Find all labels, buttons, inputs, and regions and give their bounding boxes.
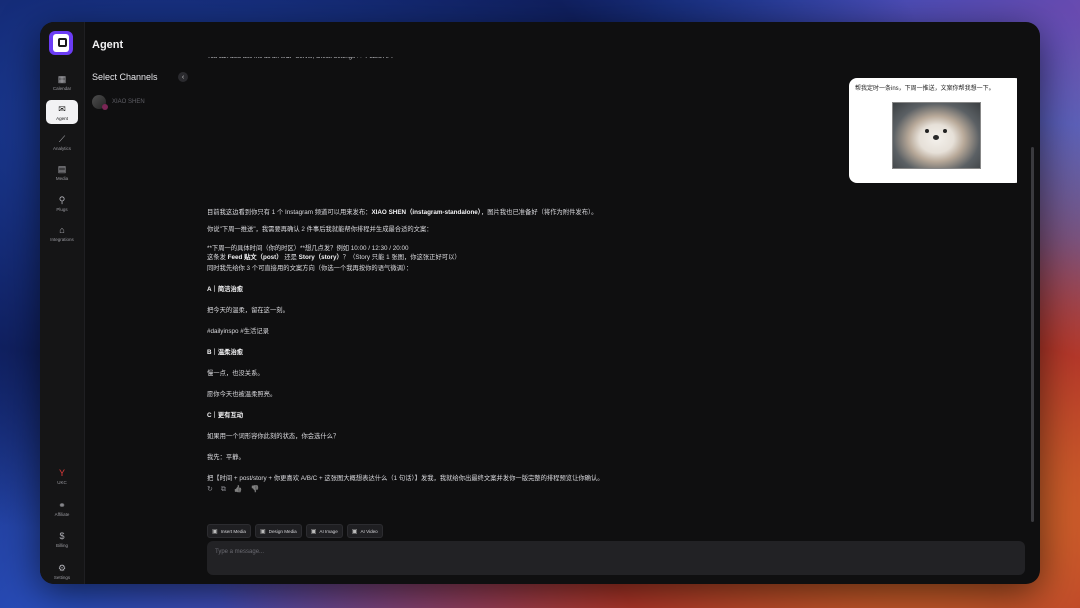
nav-label: Calendar	[52, 85, 72, 91]
nav-item-settings[interactable]: ⚙ Settings	[46, 559, 78, 583]
reply-text: 还是	[282, 254, 299, 261]
nav-label: Integrations	[50, 236, 74, 242]
page-title: Agent	[92, 39, 124, 51]
insert-media-label: Insert Media	[220, 528, 246, 534]
nav-label: Billing	[55, 542, 68, 548]
reply-line: 慢一点，也没关系。	[207, 370, 264, 377]
chat-area: You can also use me as an MCP Server, ch…	[207, 52, 1017, 522]
channel-name: XIAO SHEN	[112, 99, 145, 105]
reply-line: 这条发 Feed 贴文（post） 还是 Story（story）？（Story…	[207, 254, 461, 262]
composer-toolbar: ▣ Insert Media ▣ Design Media ▣ AI Image…	[207, 524, 383, 538]
nav-label: UKC	[57, 479, 67, 485]
ai-image-icon: ▣	[310, 528, 317, 535]
calendar-icon: ▦	[57, 73, 67, 84]
user-message-bubble: 帮我定时一条ins，下周一推送，文案你帮我想一下。	[849, 78, 1017, 183]
nav-item-agent[interactable]: ✉ Agent	[46, 100, 78, 124]
plug-icon: ⚲	[58, 194, 66, 205]
video-icon: ▣	[351, 528, 358, 535]
media-icon: ▤	[57, 163, 67, 174]
reply-text: 这条发	[207, 254, 228, 261]
nav-label: Agent	[56, 115, 68, 121]
reply-line: 你说"下周一推送"，我需要再确认 2 件事后我就能帮你排程并生成最合适的文案：	[207, 226, 433, 233]
insert-media-button[interactable]: ▣ Insert Media	[207, 524, 251, 538]
ai-image-label: AI Image	[319, 528, 338, 534]
nav-label: Affiliate	[54, 511, 70, 517]
reply-line: 如果用一个词形容你此刻的状态，你会选什么？	[207, 433, 340, 440]
reply-line: 我先：平静。	[207, 454, 245, 461]
refresh-icon[interactable]: ↻	[207, 486, 213, 494]
gear-icon: ⚙	[57, 562, 67, 573]
nav-item-billing[interactable]: $ Billing	[46, 527, 78, 551]
thumbs-up-icon[interactable]: 👍	[234, 486, 243, 494]
option-a-title: A｜简洁治愈	[207, 286, 243, 294]
design-icon: ▣	[259, 528, 266, 535]
image-icon: ▣	[212, 528, 218, 535]
nav-item-ukc[interactable]: Y UKC	[46, 464, 78, 488]
reply-bold: A｜简洁治愈	[207, 286, 244, 293]
chevron-left-icon: ‹	[181, 73, 185, 81]
nav-label: Settings	[53, 574, 71, 580]
channel-item[interactable]: XIAO SHEN	[92, 95, 145, 110]
nav-label: Analytics	[52, 145, 71, 151]
ai-image-button[interactable]: ▣ AI Image	[305, 524, 343, 538]
nav-item-analytics[interactable]: ⟋ Analytics	[46, 130, 78, 154]
user-message-text: 帮我定时一条ins，下周一推送，文案你帮我想一下。	[855, 86, 995, 92]
dog-eye	[925, 129, 929, 133]
nav-item-calendar[interactable]: ▦ Calendar	[46, 70, 78, 94]
reply-actions: ↻ ⧉ 👍 👎	[207, 486, 259, 494]
reply-bold: Story（story）	[298, 254, 343, 261]
nav-label: Plugs	[56, 206, 68, 212]
sidebar-nav: ▦ Calendar ✉ Agent ⟋ Analytics ▤ Media ⚲…	[40, 22, 85, 584]
affiliate-icon: ⚭	[58, 499, 66, 510]
nav-item-affiliate[interactable]: ⚭ Affiliate	[46, 496, 78, 520]
chat-scrollbar[interactable]	[1031, 147, 1034, 522]
design-media-button[interactable]: ▣ Design Media	[254, 524, 302, 538]
nav-label: Media	[55, 175, 69, 181]
reply-line: 把【时间 + post/story + 你更喜欢 A/B/C + 这张图大概想表…	[207, 475, 604, 482]
previous-message-text: You can also use me as an MCP Server, ch…	[207, 54, 393, 60]
chat-bubbles-icon: ✉	[58, 103, 66, 114]
billing-icon: $	[59, 530, 65, 541]
nav-item-plugs[interactable]: ⚲ Plugs	[46, 191, 78, 215]
reply-bold: C｜更有互动	[207, 412, 244, 419]
collapse-channels-button[interactable]: ‹	[178, 72, 188, 82]
app-window: ▦ Calendar ✉ Agent ⟋ Analytics ▤ Media ⚲…	[40, 22, 1040, 584]
option-b-title: B｜温柔治愈	[207, 349, 243, 357]
option-c-title: C｜更有互动	[207, 412, 243, 420]
reply-text: 目前我这边看到你只有 1 个 Instagram 频道可以用来发布：	[207, 209, 372, 216]
thumbs-down-icon[interactable]: 👎	[251, 486, 260, 494]
copy-icon[interactable]: ⧉	[221, 486, 226, 494]
attached-dog-photo[interactable]	[892, 102, 981, 169]
channel-avatar	[92, 95, 108, 110]
reply-text: ，图片我也已准备好（将作为附件发布）。	[480, 209, 598, 216]
reply-line: 同时我先给你 3 个可直接用的文案方向（你选一个我再按你的语气微调）：	[207, 265, 413, 272]
reply-line: #dailyinspo #生活记录	[207, 328, 269, 335]
integrations-icon: ⌂	[59, 224, 65, 235]
dog-nose	[933, 135, 939, 140]
reply-line: 把今天的温柔，留在这一刻。	[207, 307, 289, 314]
ukc-logo-icon: Y	[58, 467, 65, 478]
reply-bold: B｜温柔治愈	[207, 349, 244, 356]
reply-text: ？（Story 只能 1 张图，你这张正好可以）	[342, 254, 461, 261]
message-input[interactable]	[207, 541, 1025, 575]
reply-line: 愿你今天也被温柔照亮。	[207, 391, 277, 398]
reply-bold: XIAO SHEN（instagram-standalone）	[371, 209, 481, 216]
design-media-label: Design Media	[268, 528, 297, 534]
reply-bold: Feed 贴文（post）	[227, 254, 283, 261]
nav-item-media[interactable]: ▤ Media	[46, 160, 78, 184]
nav-item-integrations[interactable]: ⌂ Integrations	[46, 221, 78, 245]
chart-icon: ⟋	[58, 133, 66, 144]
dog-eye	[943, 129, 947, 133]
ai-video-label: AI Video	[360, 528, 378, 534]
reply-line: **下周一的具体时间（你的时区）**想几点发？例如 10:00 / 12:30 …	[207, 245, 409, 252]
app-logo-icon[interactable]	[49, 31, 73, 55]
ai-video-button[interactable]: ▣ AI Video	[346, 524, 383, 538]
reply-line: 目前我这边看到你只有 1 个 Instagram 频道可以用来发布：XIAO S…	[207, 209, 597, 217]
